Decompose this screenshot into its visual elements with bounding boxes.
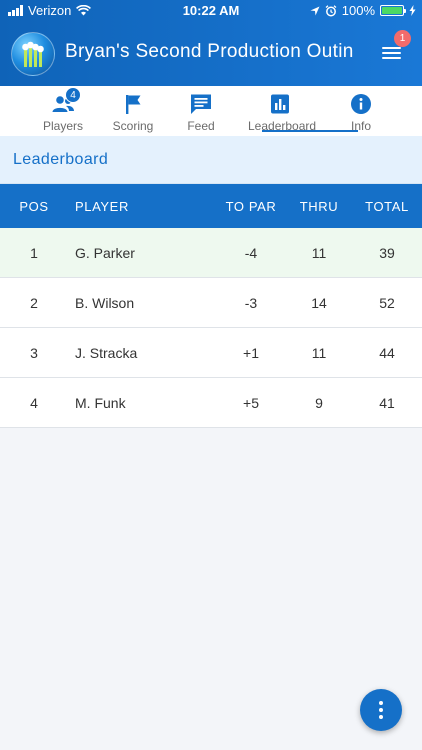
cell-total: 52 <box>379 295 395 311</box>
info-icon <box>349 93 373 115</box>
battery-icon <box>380 5 406 16</box>
notification-badge: 1 <box>394 30 411 47</box>
table-row[interactable]: 4 M. Funk +5 9 41 <box>0 378 422 428</box>
menu-icon-line <box>382 52 401 54</box>
table-header: POS PLAYER TO PAR THRU TOTAL <box>0 184 422 228</box>
players-badge: 4 <box>65 87 81 103</box>
col-player: PLAYER <box>75 199 129 214</box>
tab-bar: 4 Players Scoring Feed Leaderboard Info <box>0 86 422 136</box>
cell-thru: 14 <box>311 295 327 311</box>
more-actions-button[interactable] <box>360 689 402 731</box>
menu-icon-line <box>382 57 401 59</box>
cell-pos: 4 <box>30 395 38 411</box>
col-thru: THRU <box>299 199 339 214</box>
cell-to-par: +5 <box>243 395 259 411</box>
table-row[interactable]: 3 J. Stracka +1 11 44 <box>0 328 422 378</box>
cell-thru: 11 <box>311 345 327 361</box>
col-total: TOTAL <box>365 199 409 214</box>
cell-total: 44 <box>379 345 395 361</box>
cell-total: 39 <box>379 245 395 261</box>
cell-to-par: -4 <box>244 245 258 261</box>
menu-button[interactable]: 1 <box>376 30 411 70</box>
status-right: 100% <box>310 3 416 18</box>
section-title: Leaderboard <box>13 151 109 168</box>
alarm-icon <box>325 4 337 16</box>
table-row[interactable]: 2 B. Wilson -3 14 52 <box>0 278 422 328</box>
title-bar: Bryan's Second Production Outin 1 <box>0 28 422 80</box>
battery-percent: 100% <box>341 3 375 18</box>
cell-to-par: -3 <box>244 295 258 311</box>
charging-icon <box>409 5 416 16</box>
col-pos: POS <box>19 199 49 214</box>
feed-icon <box>189 93 213 115</box>
cell-thru: 11 <box>311 245 327 261</box>
active-tab-indicator <box>262 130 358 132</box>
cell-thru: 9 <box>315 395 323 411</box>
tab-scoring[interactable]: Scoring <box>102 86 164 136</box>
tab-leaderboard[interactable]: Leaderboard <box>248 86 316 136</box>
page-title: Bryan's Second Production Outin <box>65 41 354 62</box>
col-to-par: TO PAR <box>225 199 277 214</box>
table-row[interactable]: 1 G. Parker -4 11 39 <box>0 228 422 278</box>
menu-icon <box>382 47 401 49</box>
cell-to-par: +1 <box>243 345 259 361</box>
cell-player: B. Wilson <box>75 295 135 311</box>
flag-icon <box>121 93 145 115</box>
tab-players[interactable]: 4 Players <box>32 86 94 136</box>
players-icon: 4 <box>51 87 81 115</box>
tab-info[interactable]: Info <box>330 86 392 136</box>
tab-feed[interactable]: Feed <box>170 86 232 136</box>
tab-label: Scoring <box>112 119 154 133</box>
cell-player: M. Funk <box>75 395 126 411</box>
section-header: Leaderboard <box>0 136 422 184</box>
app-logo-icon <box>11 32 55 76</box>
cell-total: 41 <box>379 395 395 411</box>
app-header: Verizon 10:22 AM 100% Bryan's Second Pro… <box>0 0 422 86</box>
cell-pos: 1 <box>30 245 38 261</box>
status-bar: Verizon 10:22 AM 100% <box>0 0 422 22</box>
cell-player: G. Parker <box>75 245 135 261</box>
location-icon <box>310 6 320 15</box>
tab-label: Players <box>42 119 83 133</box>
tab-label: Feed <box>187 119 215 133</box>
cell-pos: 3 <box>30 345 38 361</box>
leaderboard-icon <box>268 93 292 115</box>
cell-pos: 2 <box>30 295 38 311</box>
cell-player: J. Stracka <box>75 345 138 361</box>
